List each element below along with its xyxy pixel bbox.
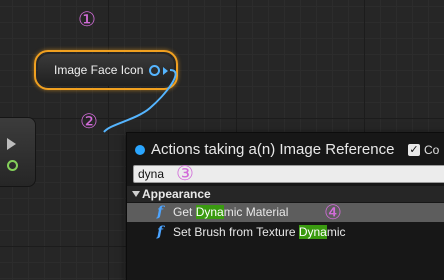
marker-2: ②	[80, 109, 98, 133]
context-sensitive-label: Co	[424, 143, 440, 157]
actions-context-menu: Actions taking a(n) Image Reference ✓ Co…	[126, 132, 444, 280]
marker-3: ③	[176, 161, 194, 185]
marker-1: ①	[78, 7, 96, 31]
image-reference-type-icon	[135, 145, 145, 155]
function-icon: f	[157, 204, 164, 220]
context-sensitive-checkbox[interactable]: ✓	[408, 144, 420, 156]
action-label: Set Brush from Texture Dynamic	[173, 225, 346, 239]
action-set-brush-from-texture-dynamic[interactable]: f Set Brush from Texture Dynamic	[127, 223, 444, 242]
marker-4: ④	[324, 200, 342, 224]
menu-header: Actions taking a(n) Image Reference ✓ Co	[127, 139, 444, 161]
search-match-highlight: Dyna	[195, 205, 224, 219]
action-label: Get Dynamic Material	[173, 205, 289, 219]
search-match-highlight: Dyna	[298, 225, 327, 239]
category-appearance[interactable]: Appearance	[127, 186, 444, 202]
expand-arrow-icon[interactable]	[132, 191, 140, 197]
category-label: Appearance	[142, 187, 211, 201]
menu-title: Actions taking a(n) Image Reference	[151, 141, 395, 158]
function-icon: f	[157, 224, 164, 240]
action-get-dynamic-material[interactable]: f Get Dynamic Material	[127, 203, 444, 222]
